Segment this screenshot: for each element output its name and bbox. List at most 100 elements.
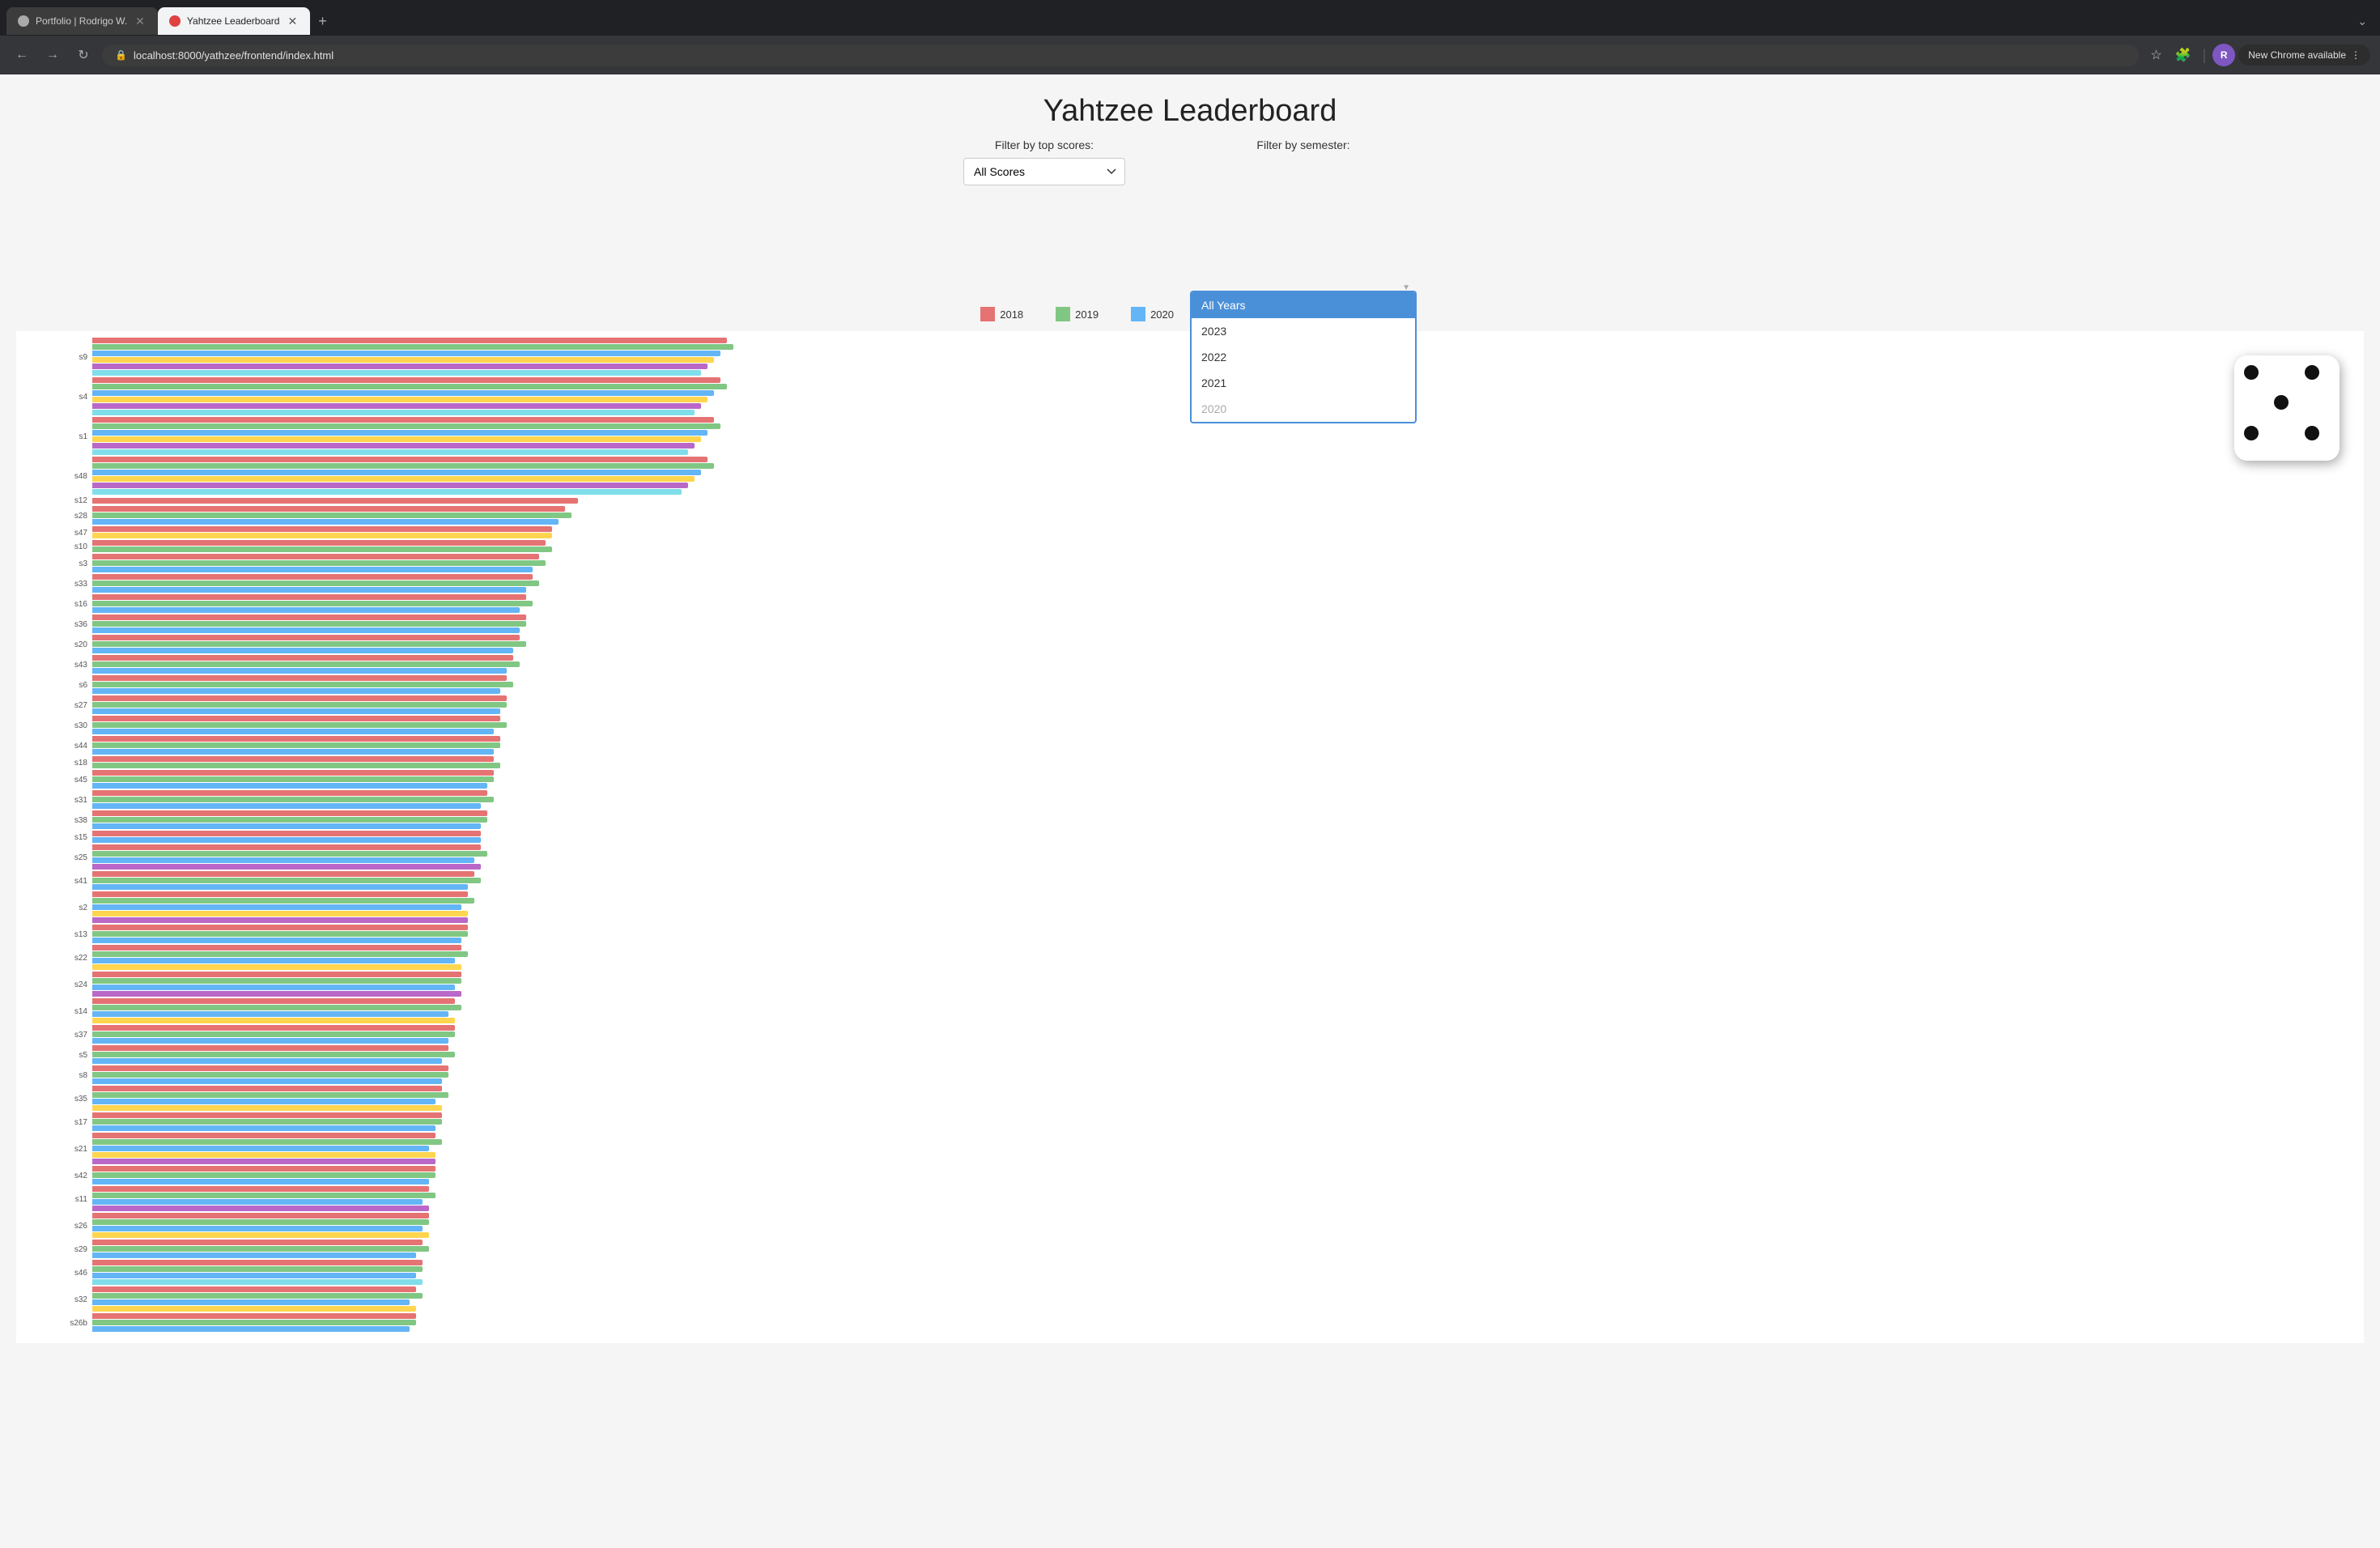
chart-bar xyxy=(92,423,720,429)
chart-bar xyxy=(92,770,494,776)
reload-button[interactable]: ↻ xyxy=(71,43,96,67)
tab-yahtzee[interactable]: Yahtzee Leaderboard ✕ xyxy=(158,7,310,35)
chart-row-label: s10 xyxy=(63,542,92,551)
chart-bar xyxy=(92,817,487,823)
extensions-button[interactable]: 🧩 xyxy=(2170,42,2196,68)
chart-row-label: s17 xyxy=(63,1118,92,1127)
bar-group xyxy=(92,1045,2348,1065)
chart-bar xyxy=(92,991,461,997)
chart-bar xyxy=(92,1152,436,1158)
chart-row: s32 xyxy=(63,1286,2348,1312)
chart-bar xyxy=(92,831,481,836)
chrome-update-label: New Chrome available xyxy=(2248,49,2346,61)
chart-bar xyxy=(92,1179,429,1184)
chart-bar xyxy=(92,601,533,606)
chart-bar xyxy=(92,1086,442,1091)
chart-bar xyxy=(92,810,487,816)
chart-row-label: s9 xyxy=(63,353,92,362)
chart-row: s5 xyxy=(63,1045,2348,1065)
chart-bar xyxy=(92,1065,448,1071)
chart-bar xyxy=(92,1112,442,1118)
chart-bar xyxy=(92,403,701,409)
chart-row: s20 xyxy=(63,635,2348,654)
chart-bar xyxy=(92,736,500,742)
scores-filter-select[interactable]: All Scores Top 10 Top 20 Top 50 xyxy=(963,158,1125,185)
page-title: Yahtzee Leaderboard xyxy=(0,74,2380,138)
chart-row-label: s41 xyxy=(63,877,92,886)
chart-row: s22 xyxy=(63,945,2348,971)
chart-row-label: s15 xyxy=(63,833,92,842)
chart-bar xyxy=(92,1273,416,1278)
chart-bar xyxy=(92,998,455,1004)
semester-option-2022[interactable]: 2022 xyxy=(1192,344,1415,370)
address-bar[interactable]: 🔒 localhost:8000/yathzee/frontend/index.… xyxy=(102,45,2139,66)
tab-portfolio[interactable]: Portfolio | Rodrigo W. ✕ xyxy=(6,7,158,35)
chrome-update-menu-icon: ⋮ xyxy=(2351,49,2361,61)
chart-bar xyxy=(92,857,474,863)
chart-row-label: s46 xyxy=(63,1269,92,1278)
scores-filter-label: Filter by top scores: xyxy=(995,138,1094,151)
chart-bar xyxy=(92,641,526,647)
bar-group xyxy=(92,998,2348,1024)
chart-row-label: s22 xyxy=(63,954,92,963)
bar-group xyxy=(92,526,2348,539)
semester-dropdown[interactable]: All Years 2023 2022 2021 2020 ▼ xyxy=(1190,158,1417,291)
chart-area: s9s4s1s48s12s28s47s10s3s33s16s36s20s43s6… xyxy=(16,331,2364,1343)
chart-row: s26 xyxy=(63,1213,2348,1239)
tab-yahtzee-close[interactable]: ✕ xyxy=(286,13,299,30)
bar-group xyxy=(92,891,2348,924)
chart-row-label: s26 xyxy=(63,1222,92,1231)
chart-bar xyxy=(92,702,507,708)
tab-bar: Portfolio | Rodrigo W. ✕ Yahtzee Leaderb… xyxy=(0,0,2380,36)
chart-row-label: s29 xyxy=(63,1245,92,1254)
chart-bar xyxy=(92,776,494,782)
chart-bar xyxy=(92,1052,455,1057)
chart-bar xyxy=(92,1031,455,1037)
chart-bar xyxy=(92,1326,410,1332)
chart-bar xyxy=(92,1018,455,1023)
tab-yahtzee-icon xyxy=(169,15,181,27)
legend-item-2018: 2018 xyxy=(980,307,1023,321)
bar-group xyxy=(92,695,2348,715)
chart-bar xyxy=(92,615,526,620)
chart-row: s37 xyxy=(63,1025,2348,1044)
chart: s9s4s1s48s12s28s47s10s3s33s16s36s20s43s6… xyxy=(63,338,2348,1333)
tab-portfolio-close[interactable]: ✕ xyxy=(134,13,147,30)
semester-option-2021[interactable]: 2021 xyxy=(1192,370,1415,396)
semester-option-2023[interactable]: 2023 xyxy=(1192,318,1415,344)
new-tab-button[interactable]: + xyxy=(310,10,335,33)
back-button[interactable]: ← xyxy=(10,43,34,67)
chart-row: s31 xyxy=(63,790,2348,810)
chart-row-label: s45 xyxy=(63,776,92,785)
chart-row-label: s21 xyxy=(63,1145,92,1154)
semester-filter-group: Filter by semester: All Years 2023 2022 … xyxy=(1190,138,1417,291)
tab-portfolio-icon xyxy=(18,15,29,27)
forward-button[interactable]: → xyxy=(40,43,65,67)
bar-group xyxy=(92,925,2348,944)
chart-bar xyxy=(92,449,688,455)
chart-bar xyxy=(92,489,682,495)
profile-button[interactable]: R xyxy=(2212,44,2235,66)
chart-bar xyxy=(92,1146,429,1151)
bar-group xyxy=(92,831,2348,844)
bookmark-button[interactable]: ☆ xyxy=(2145,42,2166,68)
chart-bar xyxy=(92,1072,448,1078)
chart-bar xyxy=(92,655,513,661)
chart-bar xyxy=(92,1005,461,1010)
chart-row: s42 xyxy=(63,1166,2348,1185)
semester-option-all[interactable]: All Years xyxy=(1192,292,1415,318)
chart-row-label: s16 xyxy=(63,600,92,609)
chart-row-label: s11 xyxy=(63,1195,92,1204)
semester-option-2020[interactable]: 2020 xyxy=(1192,396,1415,422)
chart-bar xyxy=(92,1099,436,1104)
chart-bar xyxy=(92,506,565,512)
tab-list-button[interactable]: ⌄ xyxy=(2351,11,2374,32)
bar-group xyxy=(92,770,2348,789)
bar-group xyxy=(92,1286,2348,1312)
chart-row-label: s36 xyxy=(63,620,92,629)
bar-group xyxy=(92,1313,2348,1333)
chart-bar xyxy=(92,397,708,402)
nav-actions: ☆ 🧩 | R New Chrome available ⋮ xyxy=(2145,42,2370,68)
chart-row: s8 xyxy=(63,1065,2348,1085)
chrome-update-button[interactable]: New Chrome available ⋮ xyxy=(2238,45,2370,66)
